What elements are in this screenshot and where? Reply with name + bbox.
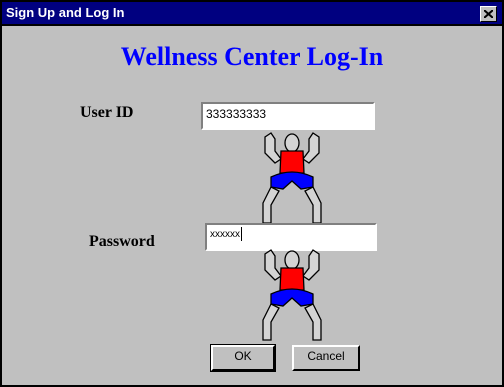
password-value: xxxxxx [210,229,240,240]
text-caret [241,227,242,242]
user-id-value: 333333333 [206,107,267,121]
window-title: Sign Up and Log In [6,5,125,20]
login-dialog: Sign Up and Log In Wellness Center Log-I… [0,0,504,387]
cancel-button[interactable]: Cancel [292,345,360,371]
close-button[interactable] [480,6,497,22]
user-id-label: User ID [80,104,134,121]
user-id-field[interactable]: 333333333 [201,102,375,130]
ok-button[interactable]: OK [210,344,276,372]
password-label: Password [89,233,155,250]
weightlifter-figure-icon [262,132,322,224]
cancel-button-label: Cancel [307,349,345,363]
ok-button-label: OK [234,349,252,363]
close-x-icon [484,10,493,18]
weightlifter-figure-icon [262,249,322,341]
title-bar[interactable]: Sign Up and Log In [2,2,502,26]
page-title: Wellness Center Log-In [120,42,384,71]
